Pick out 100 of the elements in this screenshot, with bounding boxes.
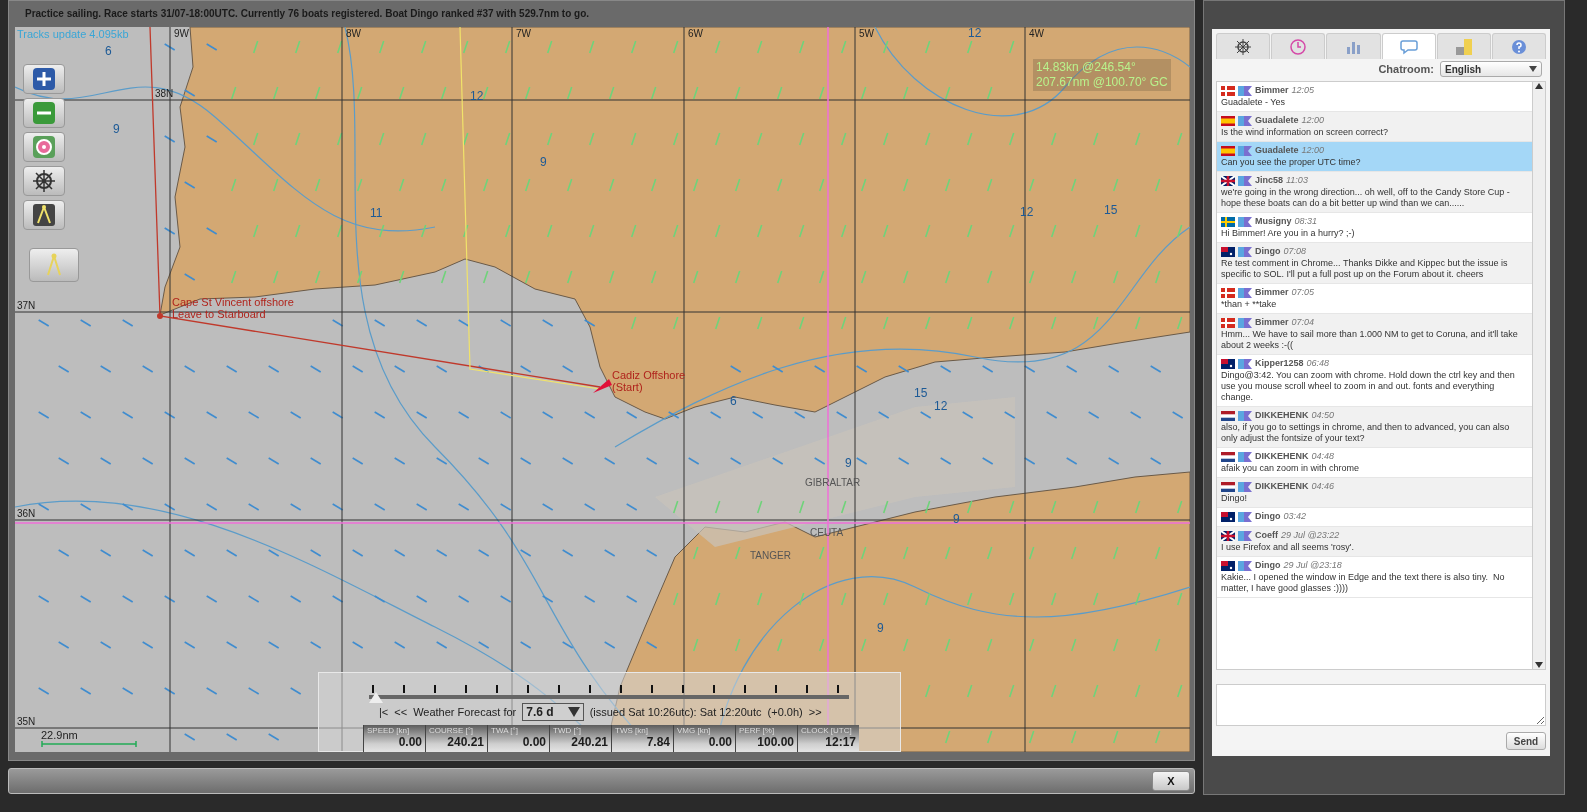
message-text: afaik you can zoom in with chrome — [1221, 463, 1361, 474]
forecast-label: Weather Forecast for — [413, 706, 517, 718]
user-name: Kipper1258 — [1255, 358, 1304, 369]
help-icon — [1509, 37, 1528, 56]
zoom-out-button[interactable] — [23, 98, 65, 128]
chat-message[interactable]: DIKKEHENK 04:46 Dingo! — [1217, 478, 1532, 508]
instrument-value: 240.21 — [570, 735, 608, 749]
country-flag-icon — [1221, 115, 1235, 126]
measure-tool-button[interactable] — [29, 248, 79, 282]
pennant-icon — [1238, 317, 1252, 328]
previous-step-button[interactable]: << — [394, 706, 408, 718]
message-time: 12:00 — [1301, 115, 1325, 126]
user-name: Bimmer — [1255, 85, 1289, 96]
message-text: Guadalete - Yes — [1221, 97, 1287, 108]
user-name: Dingo — [1255, 560, 1281, 571]
wind-settings-button[interactable] — [23, 166, 65, 196]
instrument-value: 240.21 — [446, 735, 484, 749]
next-step-button[interactable]: >> — [808, 706, 822, 718]
panel-tab[interactable] — [1216, 33, 1271, 59]
instrument-value: 12:17 — [824, 735, 856, 749]
user-name: Musigny — [1255, 216, 1292, 227]
latitude-label: 36N — [17, 508, 36, 519]
country-flag-icon — [1221, 246, 1235, 257]
isobar-label: 15 — [914, 386, 928, 400]
measure-button[interactable] — [23, 200, 65, 230]
message-time: 04:48 — [1311, 451, 1335, 462]
user-name: Bimmer — [1255, 317, 1289, 328]
longitude-label: 6W — [688, 28, 703, 39]
message-text: Hmm... We have to sail more than 1.000 NM to get to Coruna, and it'll take about 2 weeks :-(( — [1221, 329, 1519, 351]
scrollbar[interactable] — [1532, 82, 1545, 669]
user-name: Coeff — [1255, 530, 1278, 541]
message-text: Dingo! — [1221, 493, 1248, 504]
chat-message[interactable]: Dingo 07:08 Re test comment in Chrome... Thanks Dikke and Kippec but the issue is specific to SOL. I'll put a full post up on the Forum about it. cheers — [1217, 243, 1532, 284]
instrument-label: TWD [°] — [553, 726, 583, 735]
chat-message[interactable]: Guadalete 12:00 Can you see the proper UTC time? — [1217, 142, 1532, 172]
isobar-label: 9 — [113, 122, 120, 136]
instrument-value: 100.00 — [756, 735, 794, 749]
timeline-thumb[interactable] — [369, 692, 383, 703]
pennant-icon — [1238, 246, 1252, 257]
isobar-label: 9 — [877, 621, 884, 635]
waypoint-marker — [157, 313, 163, 319]
instrument-value: 0.00 — [707, 735, 732, 749]
message-input[interactable] — [1216, 684, 1546, 726]
message-text: Hi Bimmer! Are you in a hurry? ;-) — [1221, 228, 1356, 239]
scroll-up-icon — [1535, 82, 1543, 90]
message-text: Re test comment in Chrome... Thanks Dikke and Kippec but the issue is specific to SOL. I'll put a full post up on the Forum about it. cheers — [1221, 258, 1509, 280]
chat-message[interactable]: Jinc58 11:03 we're going in the wrong direction... oh well, off to the Candy Store Cup - hope these boats can do a bit better up wind than we can...... — [1217, 172, 1532, 213]
isobar-label: 9 — [540, 155, 547, 169]
chat-message[interactable]: Guadalete 12:00 Is the wind information on screen correct? — [1217, 112, 1532, 142]
chat-message[interactable]: Coeff 29 Jul @23:22 I use Firefox and all seems 'rosy'. — [1217, 527, 1532, 557]
isobar-label: 9 — [953, 512, 960, 526]
longitude-label: 8W — [346, 28, 361, 39]
pennant-icon — [1238, 511, 1252, 522]
instrument-label: VMG [kn] — [677, 726, 712, 735]
user-name: Jinc58 — [1255, 175, 1284, 186]
first-step-button[interactable]: |< — [379, 706, 389, 718]
forecast-time-text: (issued Sat 10:26utc): Sat 12:20utc (+0.0h) — [589, 706, 803, 718]
caret-icon — [1529, 66, 1537, 72]
isobar-label: 15 — [1104, 203, 1118, 217]
user-name: Dingo — [1255, 511, 1281, 522]
chat-message[interactable]: DIKKEHENK 04:50 also, if you go to settings in chrome, and then to advanced, you can also only adjust the fontsize of your text? — [1217, 407, 1532, 448]
chatroom-select[interactable]: English — [1440, 61, 1542, 77]
isobar-label: 12 — [934, 399, 948, 413]
message-time: 07:08 — [1283, 246, 1307, 257]
user-name: Bimmer — [1255, 287, 1289, 298]
scale-label: 22.9nm — [41, 729, 79, 741]
latitude-label: 38N — [155, 88, 174, 99]
country-flag-icon — [1221, 560, 1235, 571]
user-name: Dingo — [1255, 246, 1281, 257]
chat-message[interactable]: Dingo 29 Jul @23:18 Kakie... I opened the window in Edge and the text there is also tiny. No matter, I have good glasses :)))) — [1217, 557, 1532, 598]
pennant-icon — [1238, 481, 1252, 492]
instrument-label: PERF [%] — [739, 726, 776, 735]
pennant-icon — [1238, 115, 1252, 126]
country-flag-icon — [1221, 175, 1235, 186]
message-time: 04:46 — [1311, 481, 1335, 492]
message-time: 12:05 — [1291, 85, 1315, 96]
isobar-label: 12 — [968, 27, 982, 40]
clock-icon — [1289, 37, 1308, 56]
pennant-icon — [1238, 175, 1252, 186]
message-time: 07:05 — [1291, 287, 1315, 298]
waypoint-note: (Start) — [612, 381, 643, 393]
message-time: 08:31 — [1294, 216, 1318, 227]
forecast-select[interactable]: 7.6 d — [522, 703, 584, 721]
squares-icon — [1454, 37, 1473, 56]
pennant-icon — [1238, 358, 1252, 369]
message-text: Is the wind information on screen correct? — [1221, 127, 1390, 138]
zoom-in-button[interactable] — [23, 64, 65, 94]
message-text: Kakie... I opened the window in Edge and the text there is also tiny. No matter, I have good glasses :)))) — [1221, 572, 1506, 594]
minus-icon — [32, 101, 56, 125]
country-flag-icon — [1221, 216, 1235, 227]
chat-message[interactable]: Bimmer 07:04 Hmm... We have to sail more than 1.000 NM to get to Coruna, and it'll take about 2 weeks :-(( — [1217, 314, 1532, 355]
send-button[interactable]: Send — [1506, 732, 1546, 750]
longitude-label: 4W — [1029, 28, 1044, 39]
close-button[interactable]: X — [1152, 771, 1190, 791]
message-time: 29 Jul @23:18 — [1283, 560, 1342, 571]
message-text: Can you see the proper UTC time? — [1221, 157, 1362, 168]
isobar-label: 6 — [730, 394, 737, 408]
instrument-label: CLOCK [UTC] — [801, 726, 853, 735]
message-time: 06:48 — [1306, 358, 1330, 369]
boat-icon[interactable] — [593, 379, 612, 393]
